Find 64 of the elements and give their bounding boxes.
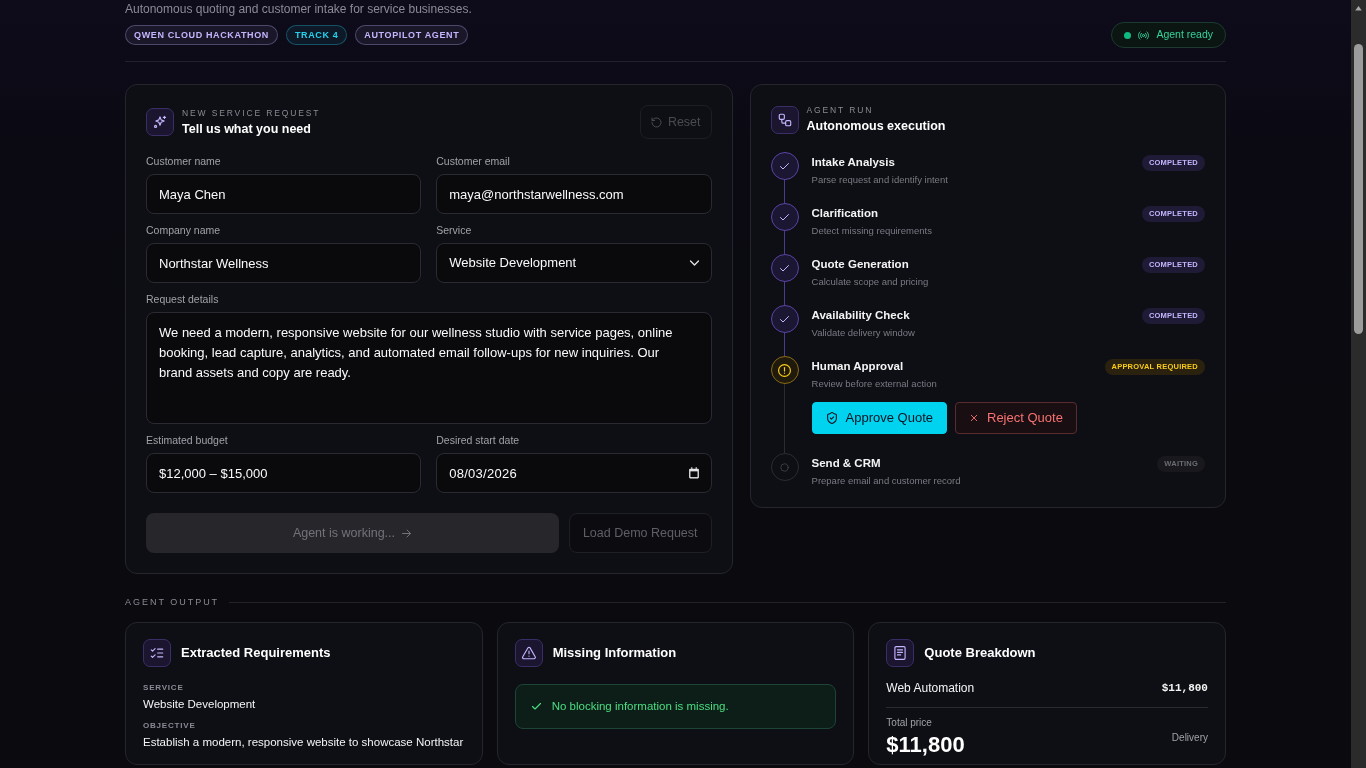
reject-button[interactable]: Reject Quote <box>955 402 1077 434</box>
line-item-amount: $11,800 <box>1161 680 1208 696</box>
card-title: Quote Breakdown <box>924 644 1036 663</box>
document-icon <box>886 639 915 667</box>
input-field[interactable]: maya@northstarwellness.com <box>436 174 712 214</box>
scrollbar-track[interactable] <box>1351 0 1366 768</box>
approve-button[interactable]: Approve Quote <box>811 402 947 434</box>
step-description: Prepare email and customer record <box>811 475 961 487</box>
card-title: Missing Information <box>552 644 677 663</box>
calendar-icon <box>687 467 700 479</box>
tag: QWEN CLOUD HACKATHON <box>125 25 278 45</box>
text-area[interactable]: We need a modern, responsive website for our wellness studio with service pages, online booking, lead capture, analytics, and automated email follow-ups for new inquiries. Our brand assets and copy are ready. <box>146 312 712 424</box>
panel-title: Autonomous execution <box>806 118 946 134</box>
total-label: Total price <box>886 717 933 729</box>
section-label: SERVICE <box>143 683 185 693</box>
step-description: Parse request and identify intent <box>811 174 948 186</box>
section-eyebrow: AGENT RUN <box>806 105 875 116</box>
field-label: Service <box>436 224 473 237</box>
tag: TRACK 4 <box>285 25 348 45</box>
input-field[interactable]: Northstar Wellness <box>146 243 422 283</box>
sparkles-icon <box>146 108 174 136</box>
section-value: Website Development <box>143 697 257 712</box>
section-heading: AGENT OUTPUT <box>125 596 220 608</box>
field-label: Request details <box>146 293 220 306</box>
line-item-name: Web Automation <box>886 680 975 697</box>
step-description: Review before external action <box>811 378 937 390</box>
field-label: Customer name <box>146 155 222 168</box>
scroll-up-icon[interactable] <box>1354 4 1363 13</box>
total-price: $11,800 <box>886 732 965 758</box>
chevron-down-icon <box>688 257 700 269</box>
step-description: Detect missing requirements <box>811 225 932 237</box>
field-label: Customer email <box>436 155 511 168</box>
panel-title: Tell us what you need <box>182 120 312 137</box>
broadcast-icon <box>1138 29 1150 41</box>
tag: AUTOPILOT AGENT <box>355 25 469 45</box>
step-description: Validate delivery window <box>811 327 915 339</box>
step-title: Intake Analysis <box>811 155 896 169</box>
status-label: Agent ready <box>1156 27 1213 43</box>
service-select[interactable]: Website Development <box>436 243 712 283</box>
page-subtitle: Autonomous quoting and customer intake for service businesses. <box>125 2 472 16</box>
step-description: Calculate scope and pricing <box>811 276 929 288</box>
checklist-icon <box>143 639 171 667</box>
delivery-label: Delivery <box>1171 732 1208 744</box>
section-eyebrow: NEW SERVICE REQUEST <box>182 107 321 119</box>
step-title: Send & CRM <box>811 456 882 470</box>
step-title: Human Approval <box>811 359 905 373</box>
scrollbar-thumb[interactable] <box>1354 44 1363 334</box>
input-field[interactable]: Maya Chen <box>146 174 422 214</box>
warning-icon <box>514 639 543 667</box>
section-label: OBJECTIVE <box>143 721 197 731</box>
field-label: Estimated budget <box>146 434 229 447</box>
field-label: Company name <box>146 224 222 237</box>
shield-check-icon[interactable] <box>825 412 838 424</box>
workflow-icon <box>770 105 799 134</box>
step-title: Quote Generation <box>811 257 910 271</box>
card-title: Extracted Requirements <box>181 644 331 663</box>
step-title: Clarification <box>811 206 879 220</box>
notice-text: No blocking information is missing. <box>551 699 729 714</box>
input-field[interactable]: $12,000 – $15,000 <box>146 453 422 493</box>
date-field[interactable]: 08/03/2026 <box>436 453 712 493</box>
step-title: Availability Check <box>811 308 911 322</box>
section-value: Establish a modern, responsive website to showcase Northstar <box>143 735 465 750</box>
close-icon[interactable] <box>969 413 979 423</box>
field-label: Desired start date <box>436 434 521 447</box>
